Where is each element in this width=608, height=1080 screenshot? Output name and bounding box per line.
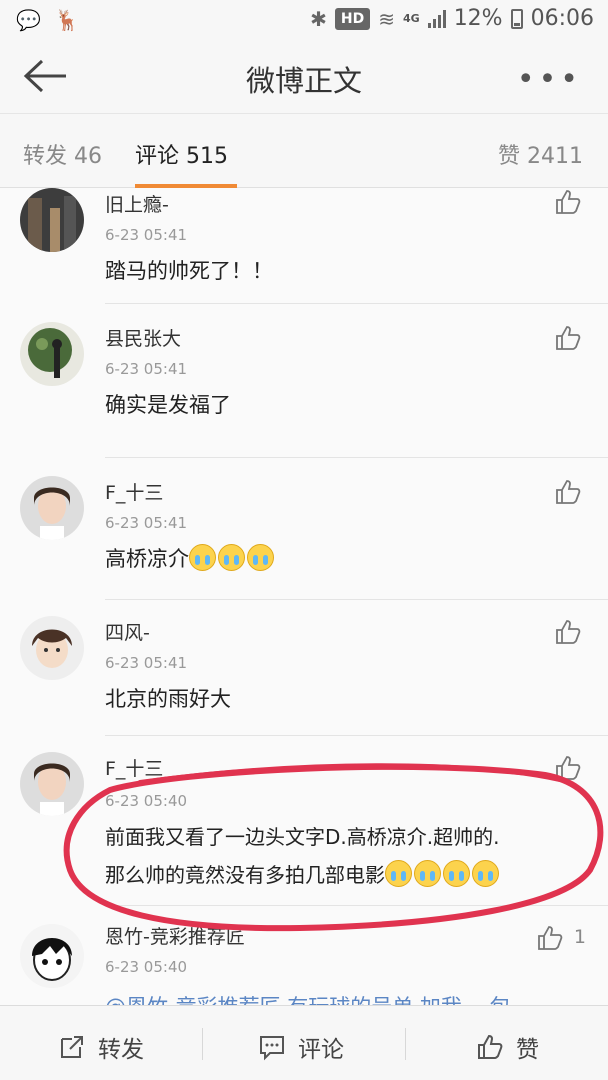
comment-item: F_十三 6-23 05:40 前面我又看了一边头文字D.高桥凉介.超帅的. 那… bbox=[0, 752, 608, 906]
crying-emoji-icon bbox=[218, 544, 245, 571]
comment-text: @恩竹-竞彩推荐匠 有玩球的号单 加我 一包 bbox=[105, 988, 578, 1005]
tab-comment[interactable]: 评论 515 bbox=[135, 138, 228, 170]
thumbs-up-icon[interactable] bbox=[554, 618, 582, 646]
crying-emoji-icon bbox=[472, 860, 499, 887]
comment-icon bbox=[260, 1036, 284, 1061]
wifi-icon: ≋ bbox=[378, 6, 395, 31]
avatar[interactable] bbox=[20, 752, 84, 816]
repost-button[interactable]: 转发 bbox=[58, 1030, 144, 1064]
comment-username[interactable]: 恩竹-竞彩推荐匠 bbox=[105, 922, 245, 949]
comment-time: 6-23 05:41 bbox=[105, 654, 188, 672]
crying-emoji-icon bbox=[414, 860, 441, 887]
bluetooth-icon: ✱ bbox=[310, 6, 327, 31]
avatar[interactable] bbox=[20, 476, 84, 540]
hd-badge: HD bbox=[334, 7, 371, 30]
comment-username[interactable]: F_十三 bbox=[105, 754, 163, 781]
battery-percent: 12% bbox=[453, 6, 503, 31]
thumbs-up-icon[interactable] bbox=[554, 478, 582, 506]
divider bbox=[405, 1028, 406, 1060]
comment-time: 6-23 05:41 bbox=[105, 226, 188, 244]
comment-username[interactable]: 县民张大 bbox=[105, 324, 181, 351]
comment-text: 高桥凉介 bbox=[105, 540, 578, 578]
comment-item: 恩竹-竞彩推荐匠 6-23 05:40 @恩竹-竞彩推荐匠 有玩球的号单 加我 … bbox=[0, 924, 608, 1005]
comment-time: 6-23 05:40 bbox=[105, 958, 188, 976]
comment-list: 旧上瘾- 6-23 05:41 踏马的帅死了！！ 县民张大 6-23 05:41… bbox=[0, 188, 608, 1005]
like-button[interactable]: 赞 bbox=[476, 1030, 539, 1064]
comment-time: 6-23 05:40 bbox=[105, 792, 188, 810]
app-header: 微博正文 ••• bbox=[0, 40, 608, 114]
crying-emoji-icon bbox=[189, 544, 216, 571]
like-count: 1 bbox=[573, 926, 586, 948]
like-label: 赞 bbox=[516, 1037, 539, 1063]
tab-like[interactable]: 赞 2411 bbox=[498, 138, 583, 170]
chat-bubble-icon: 💬 bbox=[16, 8, 41, 32]
divider bbox=[105, 735, 608, 736]
thumbs-up-icon[interactable] bbox=[554, 324, 582, 352]
thumbs-up-icon bbox=[478, 1034, 503, 1059]
bottom-action-bar: 转发 评论 赞 bbox=[0, 1005, 608, 1080]
network-type: 4G bbox=[403, 12, 420, 25]
thumbs-up-icon[interactable] bbox=[536, 924, 564, 952]
avatar[interactable] bbox=[20, 322, 84, 386]
divider bbox=[105, 599, 608, 600]
comment-text: 北京的雨好大 bbox=[105, 687, 231, 711]
more-options-icon[interactable]: ••• bbox=[517, 62, 582, 97]
repost-label: 转发 bbox=[98, 1037, 144, 1063]
comment-username[interactable]: 旧上瘾- bbox=[105, 190, 169, 217]
deer-icon: 🦌 bbox=[54, 8, 80, 32]
thumbs-up-icon[interactable] bbox=[554, 754, 582, 782]
thumbs-up-icon[interactable] bbox=[554, 188, 582, 216]
avatar[interactable] bbox=[20, 924, 84, 988]
comment-item: 四风- 6-23 05:41 北京的雨好大 bbox=[0, 616, 608, 736]
comment-text: 踏马的帅死了！！ bbox=[105, 259, 273, 283]
divider bbox=[105, 303, 608, 304]
comment-username[interactable]: 四风- bbox=[105, 618, 150, 645]
share-icon bbox=[61, 1036, 83, 1058]
comment-item: 县民张大 6-23 05:41 确实是发福了 bbox=[0, 322, 608, 458]
signal-icon bbox=[427, 9, 446, 28]
comment-item: F_十三 6-23 05:41 高桥凉介 bbox=[0, 476, 608, 600]
tab-repost[interactable]: 转发 46 bbox=[23, 138, 102, 170]
avatar[interactable] bbox=[20, 188, 84, 252]
avatar[interactable] bbox=[20, 616, 84, 680]
tab-bar: 转发 46 评论 515 赞 2411 bbox=[0, 114, 608, 188]
status-bar: 💬 🦌 ✱ HD ≋ 4G 12% 06:06 bbox=[0, 0, 608, 40]
divider bbox=[202, 1028, 203, 1060]
crying-emoji-icon bbox=[385, 860, 412, 887]
comment-time: 6-23 05:41 bbox=[105, 360, 188, 378]
crying-emoji-icon bbox=[247, 544, 274, 571]
comment-username[interactable]: F_十三 bbox=[105, 478, 163, 505]
comment-button[interactable]: 评论 bbox=[258, 1030, 344, 1064]
comment-label: 评论 bbox=[298, 1037, 344, 1063]
comment-text: 确实是发福了 bbox=[105, 393, 231, 417]
clock: 06:06 bbox=[530, 6, 594, 31]
divider bbox=[105, 905, 608, 906]
comment-time: 6-23 05:41 bbox=[105, 514, 188, 532]
status-bar-left: 💬 🦌 bbox=[16, 8, 80, 32]
battery-icon bbox=[510, 8, 523, 29]
divider bbox=[105, 457, 608, 458]
comment-item: 旧上瘾- 6-23 05:41 踏马的帅死了！！ bbox=[0, 188, 608, 304]
crying-emoji-icon bbox=[443, 860, 470, 887]
status-bar-right: ✱ HD ≋ 4G 12% 06:06 bbox=[310, 6, 594, 31]
comment-text: 前面我又看了一边头文字D.高桥凉介.超帅的. 那么帅的竟然没有多拍几部电影 bbox=[105, 825, 500, 887]
